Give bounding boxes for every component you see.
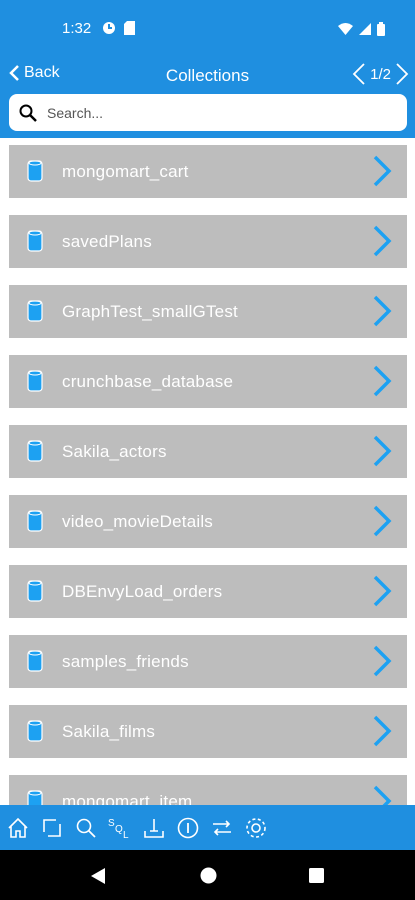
collection-item[interactable]: mongomart_cart <box>9 145 407 198</box>
sql-icon: S Q L <box>108 818 129 841</box>
system-nav-bar <box>0 850 415 900</box>
collection-item[interactable]: GraphTest_smallGTest <box>9 285 407 338</box>
bottom-toolbar: S Q L <box>0 805 415 850</box>
collection-item[interactable]: Sakila_films <box>9 705 407 758</box>
back-label: Back <box>24 64 60 81</box>
chevron-right-icon <box>373 715 392 747</box>
database-icon <box>27 230 43 252</box>
sql-button[interactable]: S Q L <box>106 813 134 843</box>
nav-bar: Back Collections 1/2 <box>0 58 415 94</box>
sort-button[interactable] <box>208 813 236 843</box>
search-input[interactable] <box>47 104 377 121</box>
search-box[interactable] <box>9 94 407 131</box>
collection-item[interactable]: Sakila_actors <box>9 425 407 478</box>
collection-name: DBEnvyLoad_orders <box>62 582 223 601</box>
system-home-icon[interactable] <box>200 867 217 884</box>
import-button[interactable] <box>140 813 168 843</box>
collection-name: mongomart_item <box>62 792 193 805</box>
chevron-right-icon <box>373 365 392 397</box>
page-indicator: 1/2 <box>370 65 391 83</box>
query-button[interactable] <box>72 813 100 843</box>
pager: 1/2 <box>352 62 409 86</box>
settings-icon <box>246 817 266 838</box>
status-bar: 1:32 <box>0 0 415 58</box>
info-button[interactable] <box>174 813 202 843</box>
chevron-right-icon <box>373 435 392 467</box>
collection-name: Sakila_films <box>62 722 156 741</box>
sync-button[interactable] <box>38 813 66 843</box>
chevron-right-icon <box>373 295 392 327</box>
settings-button[interactable] <box>242 813 270 843</box>
sd-card-icon <box>124 21 135 35</box>
chevron-right-icon <box>373 505 392 537</box>
sync-icon <box>43 818 61 837</box>
system-recents-icon[interactable] <box>309 868 324 883</box>
database-icon <box>27 720 43 742</box>
back-button[interactable]: Back <box>8 64 60 82</box>
system-back-icon[interactable] <box>90 867 106 885</box>
svg-text:L: L <box>123 830 129 841</box>
wifi-icon <box>338 23 353 35</box>
previous-page-icon[interactable] <box>352 62 366 86</box>
collection-item[interactable]: mongomart_item <box>9 775 407 805</box>
collection-item[interactable]: video_movieDetails <box>9 495 407 548</box>
collection-item[interactable]: savedPlans <box>9 215 407 268</box>
collection-name: GraphTest_smallGTest <box>62 302 238 321</box>
data-saver-icon <box>103 22 115 34</box>
status-time: 1:32 <box>62 20 92 37</box>
sort-icon <box>213 819 231 836</box>
home-icon <box>8 817 28 838</box>
info-icon <box>177 817 199 838</box>
chevron-right-icon <box>373 785 392 805</box>
chevron-right-icon <box>373 155 392 187</box>
collection-item[interactable]: samples_friends <box>9 635 407 688</box>
svg-text:S: S <box>108 818 115 829</box>
search-icon <box>76 818 96 838</box>
database-icon <box>27 790 43 805</box>
home-button[interactable] <box>4 813 32 843</box>
database-icon <box>27 160 43 182</box>
collection-list: mongomart_cart savedPlans GraphTest_smal… <box>0 138 415 805</box>
collection-name: savedPlans <box>62 232 152 251</box>
import-icon <box>144 818 164 838</box>
chevron-right-icon <box>373 645 392 677</box>
database-icon <box>27 300 43 322</box>
signal-icon <box>359 23 371 35</box>
svg-text:Q: Q <box>115 824 123 835</box>
battery-icon <box>377 22 385 36</box>
chevron-left-icon <box>9 65 19 81</box>
database-icon <box>27 440 43 462</box>
database-icon <box>27 370 43 392</box>
chevron-right-icon <box>373 225 392 257</box>
collection-name: Sakila_actors <box>62 442 167 461</box>
collection-name: crunchbase_database <box>62 372 234 391</box>
database-icon <box>27 650 43 672</box>
database-icon <box>27 510 43 532</box>
search-bar <box>0 94 415 138</box>
next-page-icon[interactable] <box>395 62 409 86</box>
chevron-right-icon <box>373 575 392 607</box>
collection-item[interactable]: crunchbase_database <box>9 355 407 408</box>
database-icon <box>27 580 43 602</box>
collection-item[interactable]: DBEnvyLoad_orders <box>9 565 407 618</box>
collection-name: video_movieDetails <box>62 512 214 531</box>
search-icon <box>19 104 37 122</box>
collection-name: mongomart_cart <box>62 162 189 181</box>
collection-name: samples_friends <box>62 652 189 671</box>
